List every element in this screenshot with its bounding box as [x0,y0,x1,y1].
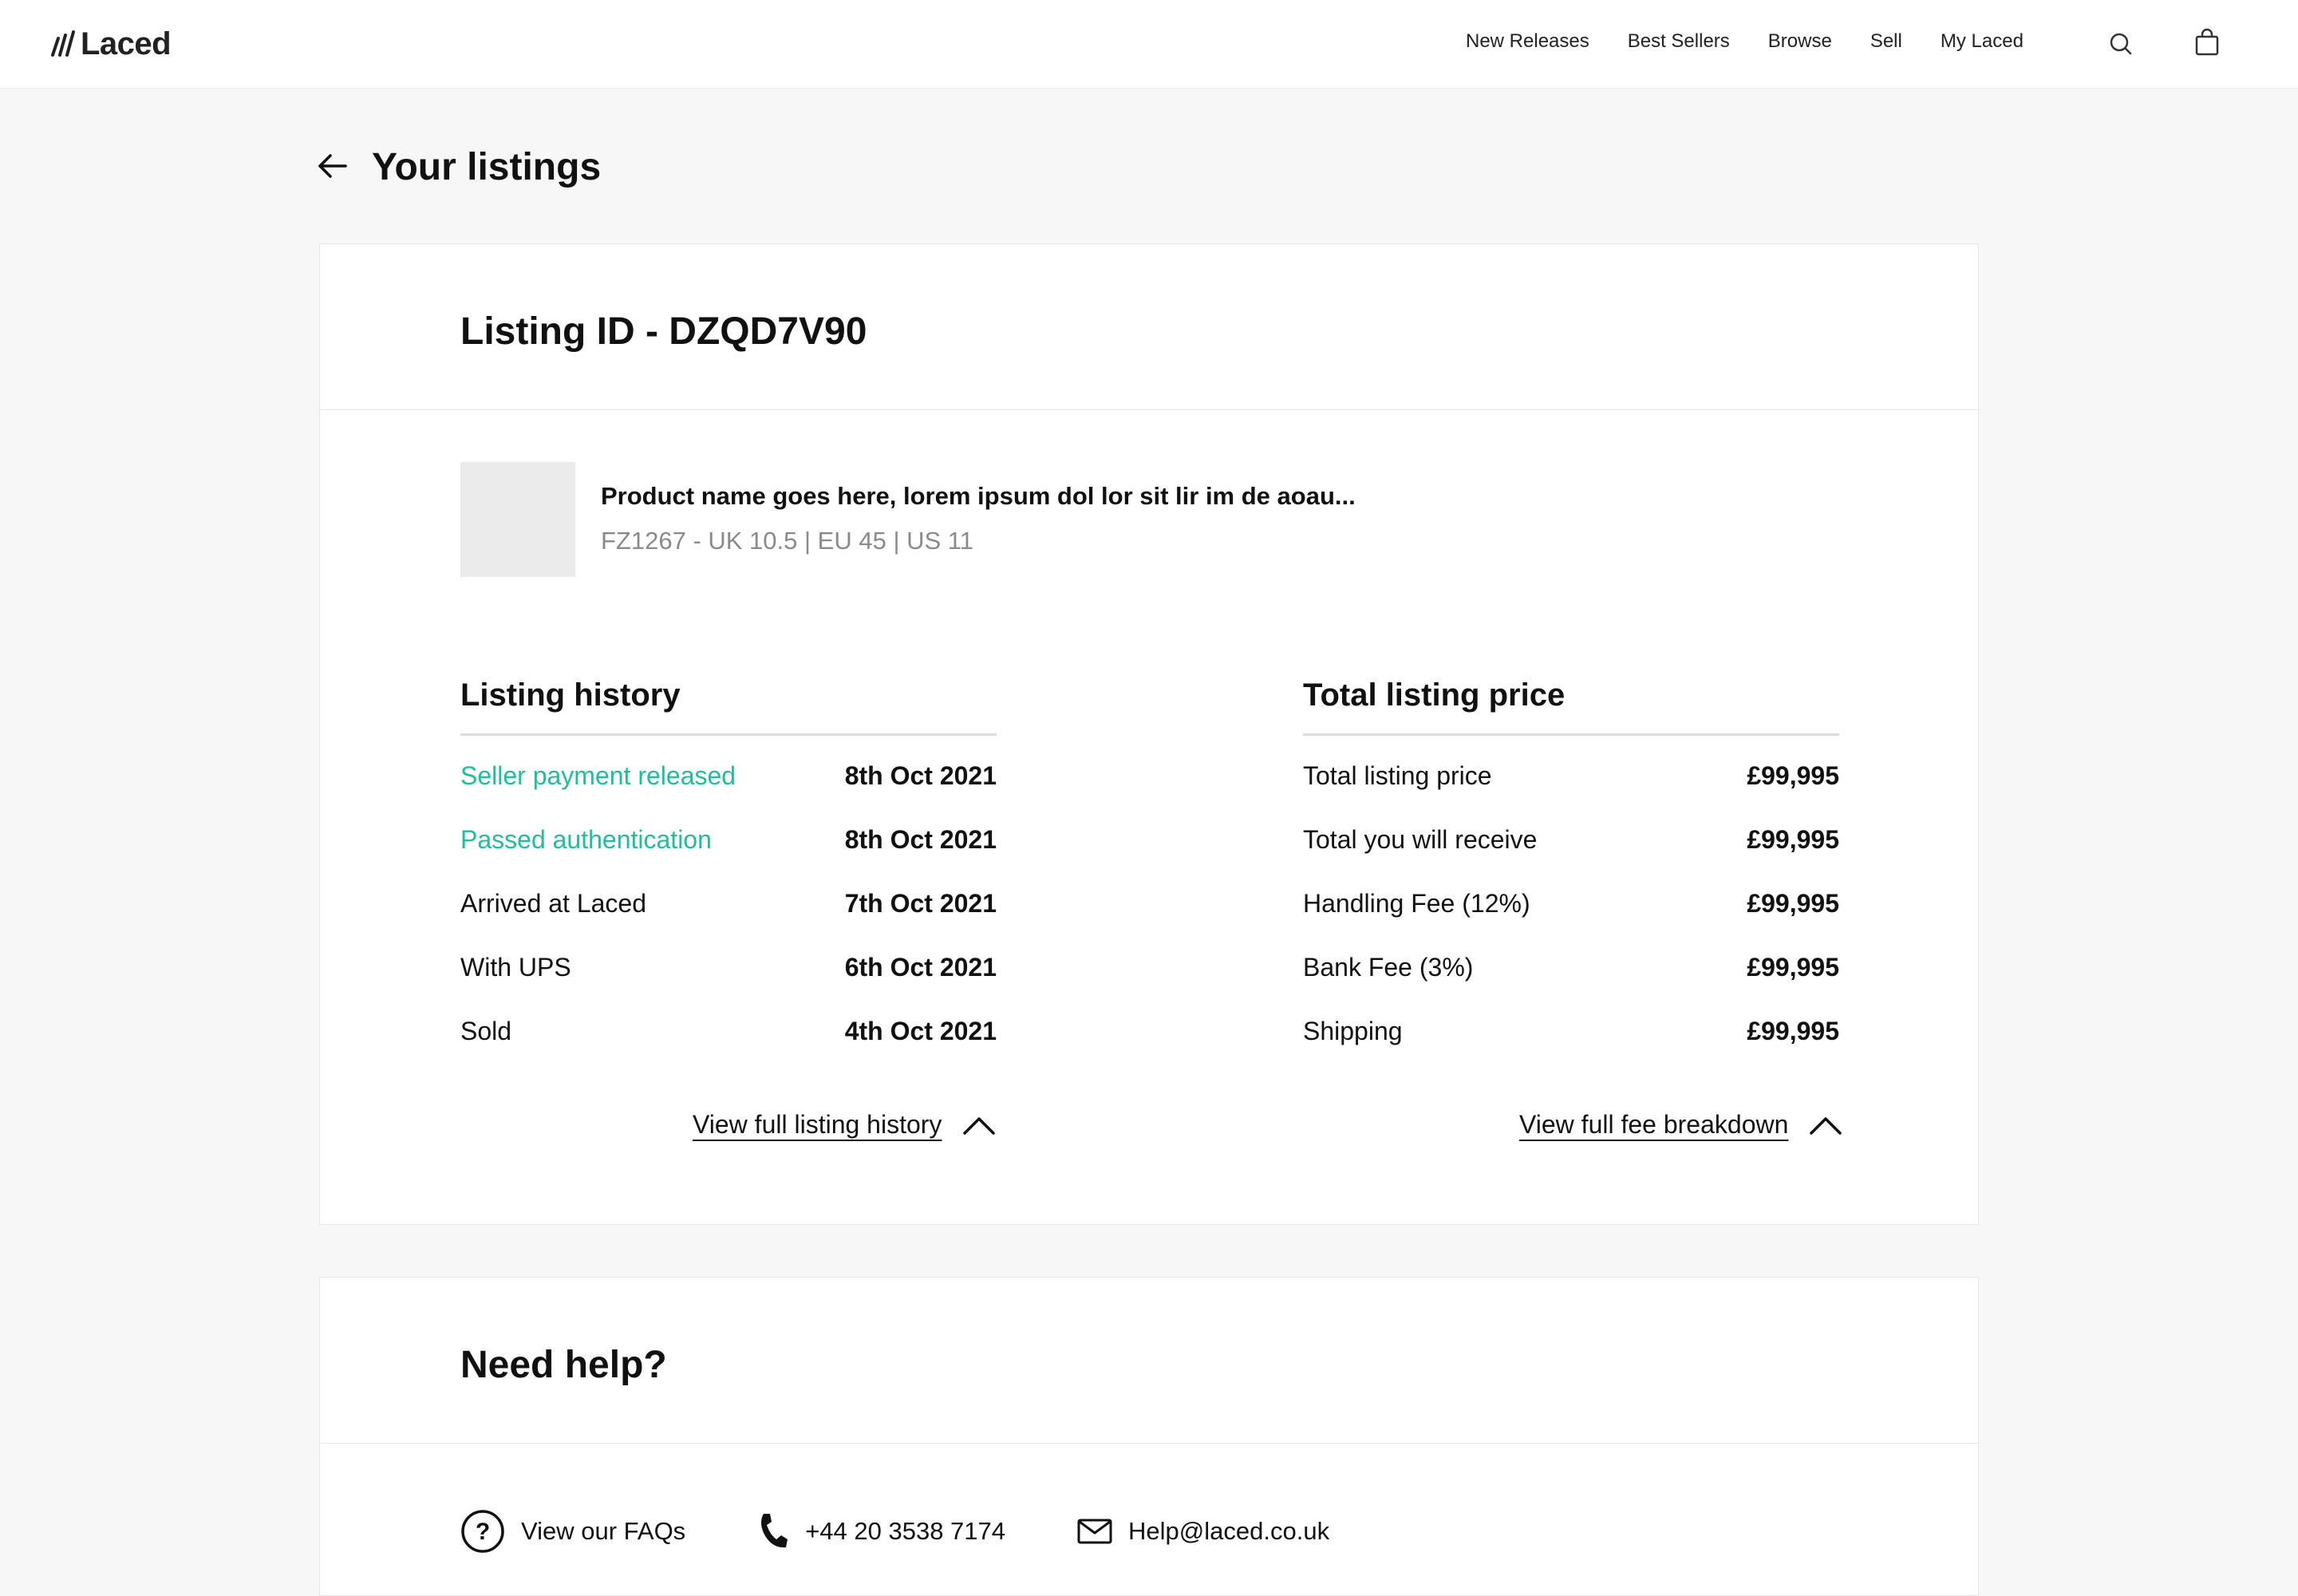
mail-icon [1077,1519,1112,1544]
view-full-fee-breakdown-link[interactable]: View full fee breakdown [1519,1110,1788,1140]
product-thumbnail[interactable] [460,462,575,577]
top-navigation-bar: Laced New Releases Best Sellers Browse S… [0,0,2298,89]
main-nav: New Releases Best Sellers Browse Sell My… [1466,30,2024,53]
listing-card-header: Listing ID - DZQD7V90 [320,244,1978,410]
question-icon: ? [461,1510,504,1553]
history-date: 7th Oct 2021 [844,888,997,918]
history-status: Passed authentication [460,824,712,854]
history-date: 8th Oct 2021 [844,824,997,854]
price-row: Shipping £99,995 [1303,999,1839,1063]
listing-price-title: Total listing price [1303,675,1839,736]
faq-label[interactable]: View our FAQs [521,1517,685,1546]
listing-history-section: Listing history Seller payment released … [460,675,997,1063]
price-row: Bank Fee (3%) £99,995 [1303,935,1839,999]
history-row: With UPS 6th Oct 2021 [460,935,997,999]
nav-my-laced[interactable]: My Laced [1941,30,2024,53]
history-row: Sold 4th Oct 2021 [460,999,997,1063]
view-full-fee-breakdown-toggle[interactable]: View full fee breakdown [1519,1110,1842,1140]
listing-card: Listing ID - DZQD7V90 Product name goes … [319,243,1979,1225]
faq-link[interactable]: ? View our FAQs [460,1509,685,1554]
history-status: With UPS [460,952,571,982]
listing-price-section: Total listing price Total listing price … [1303,675,1839,1063]
arrow-left-icon[interactable] [317,150,349,182]
price-value: £99,995 [1747,760,1839,790]
price-value: £99,995 [1747,888,1839,918]
history-status: Arrived at Laced [460,888,647,918]
price-value: £99,995 [1747,952,1839,982]
phone-link[interactable]: +44 20 3538 7174 [757,1509,1005,1554]
price-label: Shipping [1303,1016,1403,1045]
search-icon[interactable] [2106,27,2135,59]
history-row: Passed authentication 8th Oct 2021 [460,808,997,871]
laced-logo-mark-icon [51,30,75,57]
view-full-listing-history-link[interactable]: View full listing history [693,1110,942,1140]
email-link[interactable]: Help@laced.co.uk [1077,1517,1329,1546]
history-row: Arrived at Laced 7th Oct 2021 [460,871,997,935]
page-title: Your listings [372,146,602,188]
help-card-header: Need help? [320,1278,1978,1444]
history-row: Seller payment released 8th Oct 2021 [460,744,997,808]
price-row: Total you will receive £99,995 [1303,808,1839,871]
chevron-up-icon[interactable] [1809,1115,1842,1136]
logo-wordmark: Laced [81,26,172,61]
email-address[interactable]: Help@laced.co.uk [1128,1517,1329,1546]
price-label: Total listing price [1303,760,1492,790]
listing-id-heading: Listing ID - DZQD7V90 [460,310,867,353]
price-value: £99,995 [1747,824,1839,854]
phone-number[interactable]: +44 20 3538 7174 [805,1517,1005,1546]
price-value: £99,995 [1747,1016,1839,1045]
phone-icon [761,1514,788,1548]
price-label: Bank Fee (3%) [1303,952,1474,982]
view-full-listing-history-toggle[interactable]: View full listing history [693,1110,996,1140]
history-status: Seller payment released [460,760,736,790]
history-date: 4th Oct 2021 [844,1016,997,1045]
bag-icon[interactable] [2193,27,2221,59]
history-status: Sold [460,1016,512,1045]
price-label: Handling Fee (12%) [1303,888,1530,918]
help-card: Need help? ? View our FAQs +44 20 3538 7… [319,1277,1979,1596]
price-label: Total you will receive [1303,824,1538,854]
product-name[interactable]: Product name goes here, lorem ipsum dol … [601,482,1356,511]
laced-logo[interactable]: Laced [50,24,172,64]
price-row: Handling Fee (12%) £99,995 [1303,871,1839,935]
nav-sell[interactable]: Sell [1870,30,1902,53]
need-help-heading: Need help? [460,1344,667,1386]
history-date: 8th Oct 2021 [844,760,997,790]
history-date: 6th Oct 2021 [844,952,997,982]
nav-new-releases[interactable]: New Releases [1466,30,1589,53]
price-row: Total listing price £99,995 [1303,744,1839,808]
help-contacts: ? View our FAQs +44 20 3538 7174 Help@la… [460,1509,1401,1554]
nav-best-sellers[interactable]: Best Sellers [1628,30,1730,53]
nav-browse[interactable]: Browse [1768,30,1832,53]
chevron-up-icon[interactable] [962,1115,996,1136]
product-meta: FZ1267 - UK 10.5 | EU 45 | US 11 [601,527,973,555]
listing-history-title: Listing history [460,675,997,736]
